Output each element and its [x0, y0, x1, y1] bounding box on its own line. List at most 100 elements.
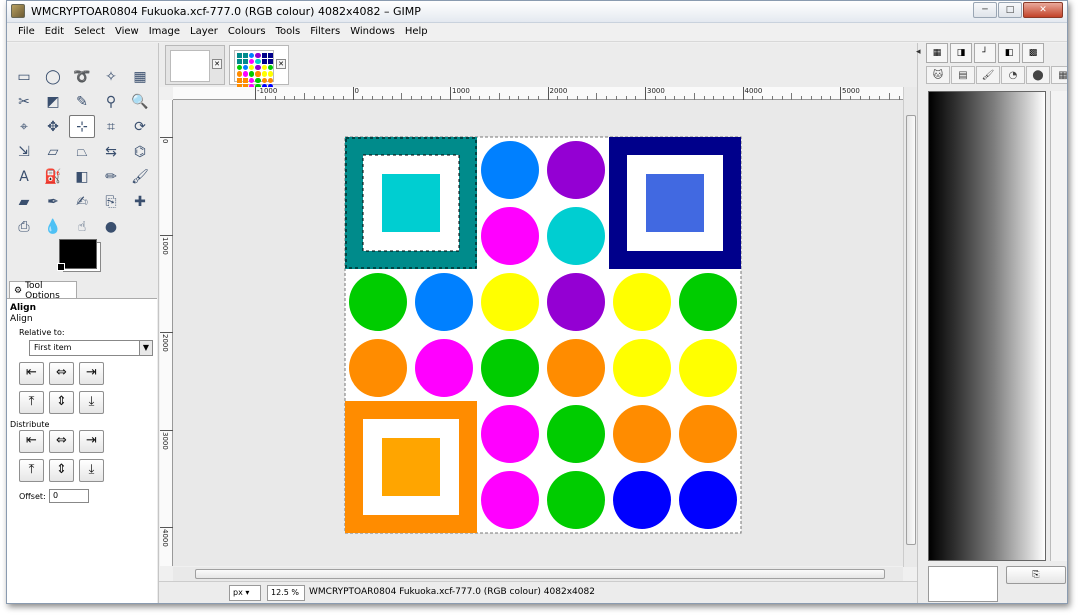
ink-tool-icon[interactable]: ✍ [69, 190, 95, 213]
circle-shape [481, 273, 539, 331]
heal-tool-icon[interactable]: ✚ [127, 190, 153, 213]
vertical-ruler[interactable]: 0 1000 2000 3000 4000 [160, 100, 173, 566]
align-top-button[interactable]: ⤒ [19, 391, 44, 414]
align-center-button[interactable]: ⇔ [49, 362, 74, 385]
dock-subtab-3[interactable]: ◔ [1001, 66, 1025, 84]
horizontal-scroll-thumb[interactable] [195, 569, 885, 579]
fuzzy-select-tool-icon[interactable]: ✧ [98, 65, 124, 88]
rect-select-tool-icon[interactable]: ▭ [11, 65, 37, 88]
distribute-right-button[interactable]: ⇥ [79, 430, 104, 453]
unit-select[interactable]: px ▾ [229, 585, 261, 601]
title-bar[interactable]: WMCRYPTOAR0804 Fukuoka.xcf-777.0 (RGB co… [7, 1, 1067, 23]
scissors-select-tool-icon[interactable]: ✂ [11, 90, 37, 113]
horizontal-ruler[interactable]: -1000 0 1000 2000 3000 4000 5000 [173, 87, 903, 100]
menu-select[interactable]: Select [69, 23, 110, 41]
clone-tool-icon[interactable]: ⎘ [98, 190, 124, 213]
minimize-button[interactable]: ─ [973, 2, 997, 18]
menu-image[interactable]: Image [144, 23, 185, 41]
zoom-select[interactable]: 12.5 % [267, 585, 305, 601]
color-picker-tool-icon[interactable]: ⚲ [98, 90, 124, 113]
shear-tool-icon[interactable]: ▱ [40, 140, 66, 163]
tab-tool-options[interactable]: ⚙ Tool Options [9, 281, 77, 301]
distribute-left-button[interactable]: ⇤ [19, 430, 44, 453]
flip-tool-icon[interactable]: ⇆ [98, 140, 124, 163]
menu-filters[interactable]: Filters [305, 23, 345, 41]
close-icon[interactable]: ✕ [212, 59, 222, 69]
smudge-tool-icon[interactable]: ☝ [69, 215, 95, 238]
circle-shape [679, 339, 737, 397]
align-bottom-button[interactable]: ⤓ [79, 391, 104, 414]
image-canvas[interactable] [173, 100, 903, 566]
by-color-select-tool-icon[interactable]: ▦ [127, 65, 153, 88]
pencil-tool-icon[interactable]: ✏ [98, 165, 124, 188]
align-middle-button[interactable]: ⇕ [49, 391, 74, 414]
dock-subtab-5[interactable]: ▦ [1051, 66, 1067, 84]
ellipse-select-tool-icon[interactable]: ◯ [40, 65, 66, 88]
chevron-down-icon[interactable]: ▼ [139, 341, 152, 355]
dock-tab-2[interactable]: ┘ [974, 43, 996, 63]
text-tool-icon[interactable]: A [11, 165, 37, 188]
menu-windows[interactable]: Windows [345, 23, 400, 41]
dodge-burn-tool-icon[interactable]: ● [98, 215, 124, 238]
menu-file[interactable]: File [13, 23, 40, 41]
rotate-tool-icon[interactable]: ⟳ [127, 115, 153, 138]
blend-tool-icon[interactable]: ◧ [69, 165, 95, 188]
crop-tool-icon[interactable]: ⌗ [98, 115, 124, 138]
dock-tab-0[interactable]: ▦ [926, 43, 948, 63]
move-tool-icon[interactable]: ✥ [40, 115, 66, 138]
distribute-middle-button[interactable]: ⇕ [49, 459, 74, 482]
blur-tool-icon[interactable]: 💧 [40, 215, 66, 238]
dock-arrow-icon[interactable]: ◂ [916, 47, 921, 57]
dock-tab-1[interactable]: ◨ [950, 43, 972, 63]
horizontal-scrollbar[interactable] [173, 567, 903, 581]
dock-edit-button[interactable]: ⎘ [1006, 566, 1066, 584]
align-tool-icon[interactable]: ⊹ [69, 115, 95, 138]
dock-tab-4[interactable]: ▩ [1022, 43, 1044, 63]
scale-tool-icon[interactable]: ⇲ [11, 140, 37, 163]
zoom-tool-icon[interactable]: 🔍 [127, 90, 153, 113]
distribute-center-button[interactable]: ⇔ [49, 430, 74, 453]
thumbnail-dot [237, 77, 243, 83]
close-icon[interactable]: ✕ [276, 59, 286, 69]
offset-input[interactable]: 0 [49, 489, 89, 503]
dock-tab-3[interactable]: ◧ [998, 43, 1020, 63]
dock-side-list[interactable] [1050, 91, 1067, 561]
align-right-button[interactable]: ⇥ [79, 362, 104, 385]
gradient-preview[interactable] [928, 91, 1046, 561]
default-colors-icon[interactable] [57, 263, 65, 271]
image-tab-fukuoka[interactable]: ✕ [229, 45, 289, 89]
distribute-top-button[interactable]: ⤒ [19, 459, 44, 482]
menu-tools[interactable]: Tools [271, 23, 306, 41]
dock-subtab-0[interactable]: 🐱 [926, 66, 950, 84]
menu-colours[interactable]: Colours [223, 23, 271, 41]
distribute-bottom-button[interactable]: ⤓ [79, 459, 104, 482]
thumbnail-dot [255, 59, 261, 65]
paths-tool-icon[interactable]: ✎ [69, 90, 95, 113]
paintbrush-tool-icon[interactable]: 🖌 [127, 165, 153, 188]
free-select-tool-icon[interactable]: ➰ [69, 65, 95, 88]
dock-subtab-2[interactable]: 🖌 [976, 66, 1000, 84]
align-left-button[interactable]: ⇤ [19, 362, 44, 385]
perspective-tool-icon[interactable]: ⏢ [69, 140, 95, 163]
foreground-select-tool-icon[interactable]: ◩ [40, 90, 66, 113]
fg-bg-colors[interactable] [57, 239, 107, 275]
eraser-tool-icon[interactable]: ▰ [11, 190, 37, 213]
measure-tool-icon[interactable]: ⌖ [11, 115, 37, 138]
vertical-scroll-thumb[interactable] [906, 115, 916, 545]
perspective-clone-tool-icon[interactable]: ⎙ [11, 215, 37, 238]
cage-tool-icon[interactable]: ⌬ [127, 140, 153, 163]
menu-help[interactable]: Help [400, 23, 433, 41]
dock-subtab-1[interactable]: ▤ [951, 66, 975, 84]
close-button[interactable]: ✕ [1023, 2, 1063, 18]
menu-layer[interactable]: Layer [185, 23, 223, 41]
bucket-fill-tool-icon[interactable]: ⛽ [40, 165, 66, 188]
maximize-button[interactable]: □ [998, 2, 1022, 18]
relative-to-select[interactable]: First item ▼ [29, 340, 153, 356]
image-tab-blank[interactable]: ✕ [165, 45, 225, 85]
window-title: WMCRYPTOAR0804 Fukuoka.xcf-777.0 (RGB co… [31, 5, 421, 18]
menu-view[interactable]: View [110, 23, 144, 41]
vertical-scrollbar[interactable] [903, 87, 917, 567]
airbrush-tool-icon[interactable]: ✒ [40, 190, 66, 213]
dock-subtab-4[interactable]: ⬤ [1026, 66, 1050, 84]
menu-edit[interactable]: Edit [40, 23, 69, 41]
